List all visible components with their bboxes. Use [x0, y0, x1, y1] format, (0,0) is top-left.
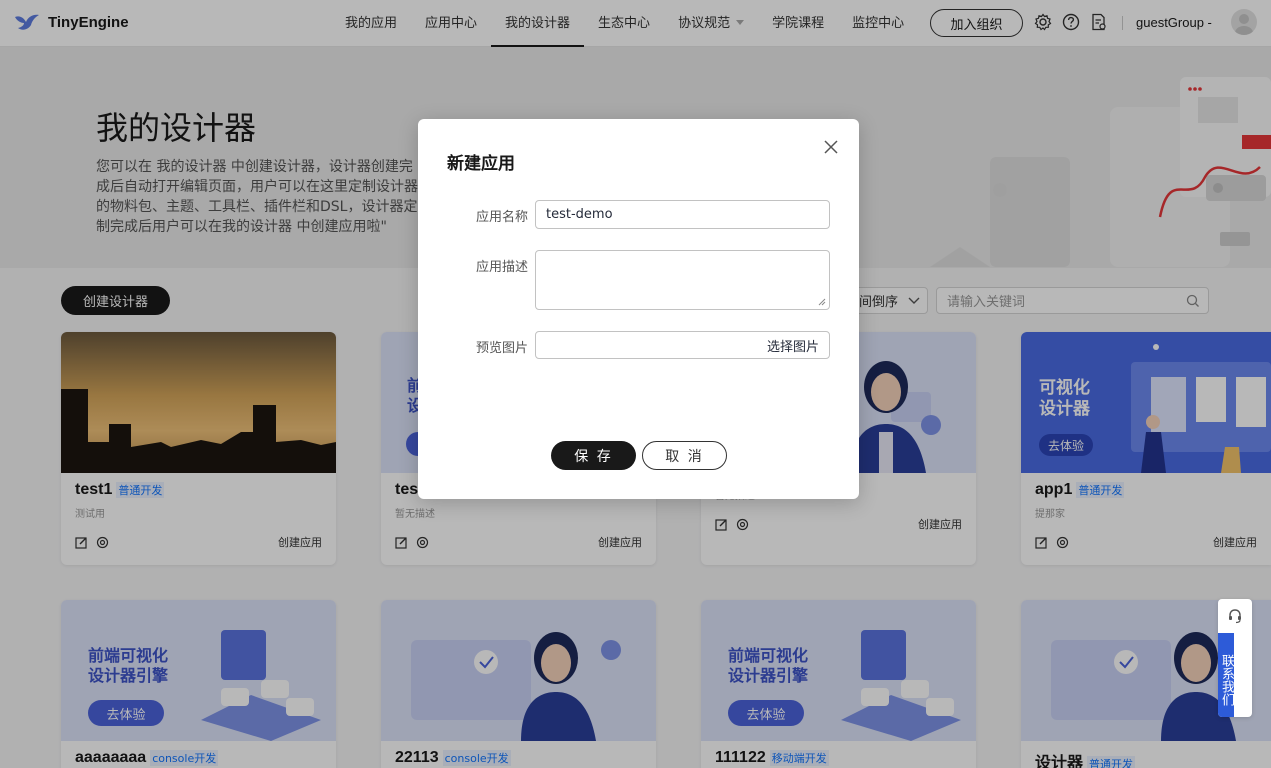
preview-image-label: 预览图片 [475, 341, 528, 356]
cancel-button[interactable]: 取 消 [642, 441, 727, 470]
resize-handle-icon[interactable] [818, 298, 826, 306]
app-desc-label: 应用描述 [475, 260, 528, 275]
contact-us-label: 联系我们 [1218, 633, 1234, 717]
app-desc-textarea[interactable] [535, 250, 830, 310]
dialog-title: 新建应用 [447, 154, 515, 174]
preview-image-picker[interactable]: 选择图片 [535, 331, 830, 359]
select-image-button[interactable]: 选择图片 [767, 336, 819, 355]
close-icon[interactable] [822, 138, 840, 156]
app-name-label: 应用名称 [475, 210, 528, 225]
save-button[interactable]: 保 存 [551, 441, 636, 470]
new-app-dialog: 新建应用 应用名称 test-demo 应用描述 预览图片 选择图片 保 存 取… [418, 119, 859, 499]
app-name-input[interactable]: test-demo [535, 200, 830, 229]
contact-us-widget[interactable]: 联系我们 [1218, 599, 1252, 717]
headset-icon [1218, 599, 1252, 633]
